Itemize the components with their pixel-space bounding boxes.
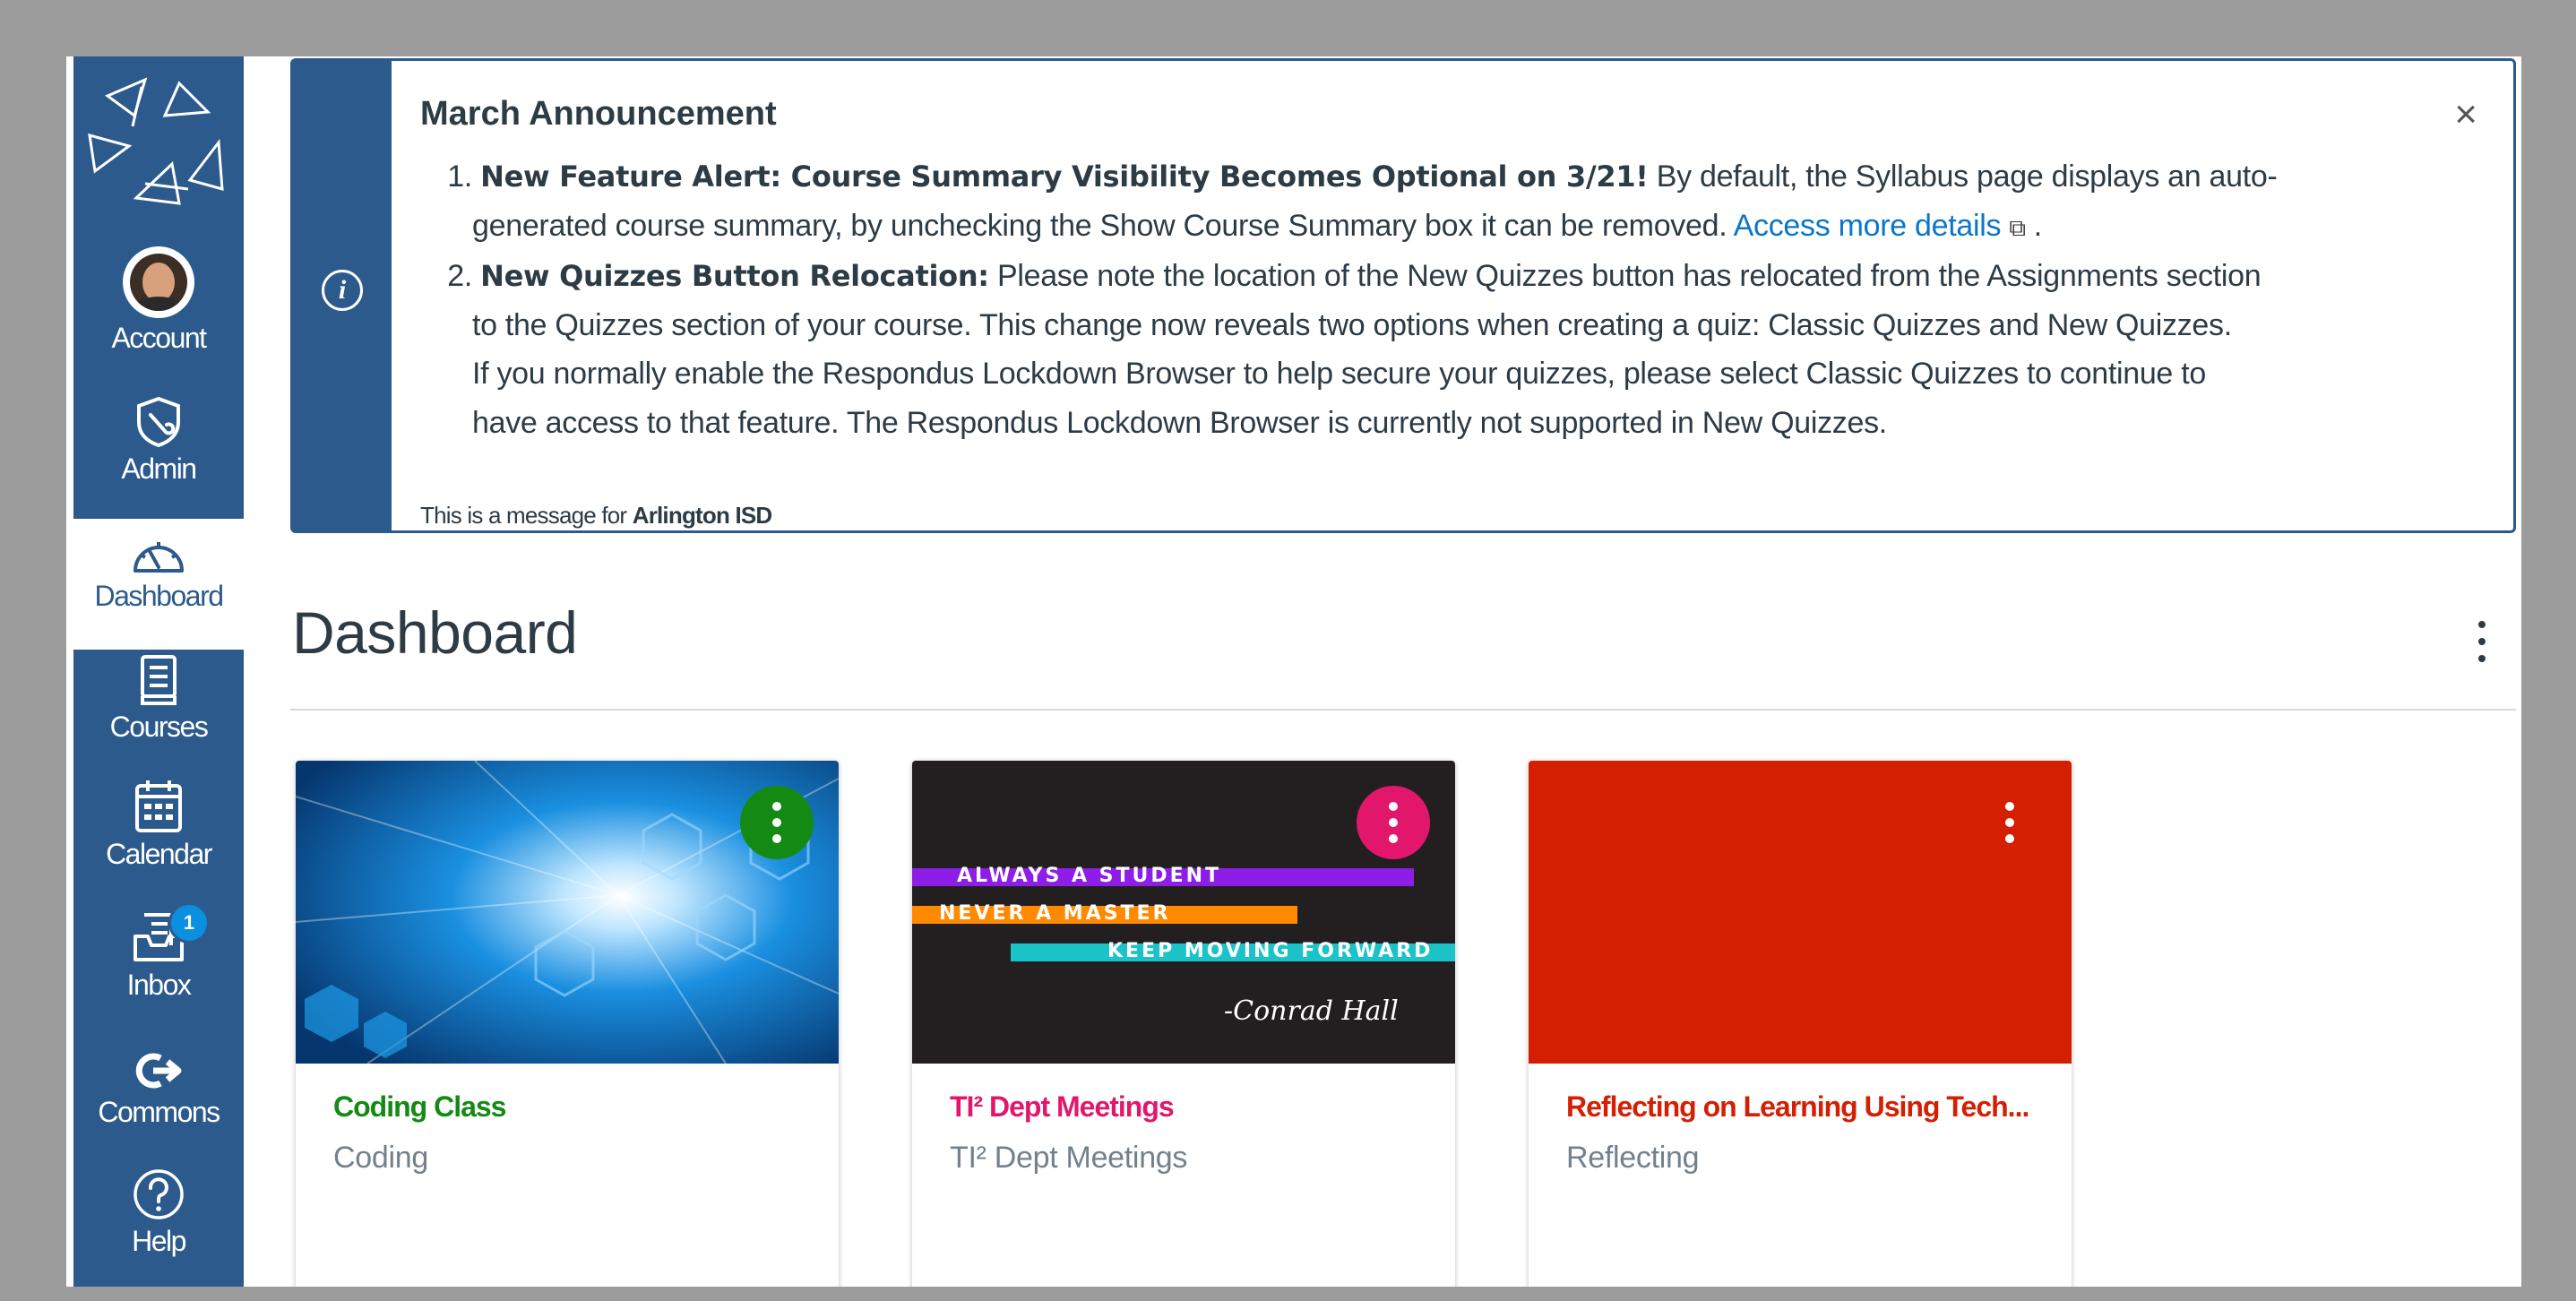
divider [290, 709, 2516, 711]
announcement-item-heading: New Feature Alert: Course Summary Visibi… [480, 159, 1649, 194]
nav-item-label: Inbox [126, 969, 192, 1001]
announcement-body: 1. New Feature Alert: Course Summary Vis… [420, 152, 2356, 447]
course-card-ti2-dept-meetings[interactable]: ALWAYS A STUDENT NEVER A MASTER KEEP MOV… [912, 761, 1455, 1287]
access-more-details-link[interactable]: Access more details [1734, 209, 2002, 243]
nav-item-label: Calendar [106, 838, 212, 870]
announcement-text: have access to that feature. The Respond… [472, 405, 1887, 440]
footer-text: This is a message for [420, 502, 633, 529]
speedometer-icon [134, 542, 184, 573]
nav-item-help[interactable]: Help [73, 1167, 244, 1258]
list-number: 2. [447, 259, 472, 293]
announcement-footer: This is a message for Arlington ISD [420, 502, 773, 530]
book-icon [141, 655, 177, 705]
nav-item-label: Help [132, 1225, 186, 1257]
institution-logo[interactable] [82, 64, 235, 234]
nav-item-label: Courses [109, 711, 209, 743]
commons-arrow-icon [135, 1053, 182, 1089]
hero-text: NEVER A MASTER [939, 902, 1171, 925]
announcement-text: By default, the Syllabus page displays a… [1648, 159, 2278, 194]
question-circle-icon [134, 1169, 184, 1219]
account-avatar [123, 246, 194, 318]
course-card-options-icon[interactable] [1357, 786, 1430, 859]
footer-org: Arlington ISD [632, 502, 773, 529]
hero-text: KEEP MOVING FORWARD [1107, 940, 1434, 962]
nav-item-label: Dashboard [94, 580, 224, 612]
announcement-line: 2. New Quizzes Button Relocation: Please… [420, 252, 2356, 301]
announcement-line: If you normally enable the Respondus Loc… [420, 349, 2356, 399]
hero-text: ALWAYS A STUDENT [957, 865, 1222, 887]
announcement-item-heading: New Quizzes Button Relocation: [480, 259, 989, 293]
nav-item-courses[interactable]: Courses [73, 653, 244, 744]
course-card-subtitle: Coding [333, 1141, 428, 1175]
nav-item-label: Admin [121, 452, 197, 485]
global-nav: Account Admin Dashboard Courses Calendar… [73, 56, 244, 1287]
course-card-subtitle: TI² Dept Meetings [950, 1141, 1188, 1175]
course-card-options-icon[interactable] [740, 786, 814, 859]
course-card-title[interactable]: TI² Dept Meetings [950, 1090, 1434, 1124]
nav-item-dashboard[interactable]: Dashboard [73, 519, 244, 650]
announcement-text: generated course summary, by unchecking … [472, 208, 1734, 243]
announcement-banner: i × March Announcement 1. New Feature Al… [290, 58, 2516, 533]
inbox-unread-badge: 1 [168, 902, 210, 943]
announcement-line: generated course summary, by unchecking … [420, 202, 2356, 253]
page-title: Dashboard [292, 599, 578, 666]
course-card-title[interactable]: Reflecting on Learning Using Tech... [1566, 1090, 2050, 1124]
close-icon[interactable]: × [2454, 95, 2477, 134]
announcement-text: to the Quizzes section of your course. T… [472, 307, 2232, 342]
nav-item-admin[interactable]: Admin [73, 395, 244, 486]
nav-item-commons[interactable]: Commons [73, 1049, 244, 1129]
shield-icon [137, 396, 180, 448]
course-card-coding[interactable]: Coding Class Coding [296, 761, 839, 1287]
calendar-icon [135, 780, 182, 832]
nav-item-inbox[interactable]: 1 Inbox [73, 902, 244, 1002]
info-icon: i [322, 270, 363, 311]
announcement-line: have access to that feature. The Respond… [420, 399, 2356, 448]
course-card-subtitle: Reflecting [1566, 1141, 1700, 1175]
course-card-options-icon[interactable] [1973, 786, 2046, 859]
nav-item-label: Commons [98, 1096, 220, 1128]
hero-signature: -Conrad Hall [1224, 995, 1399, 1027]
announcement-strip: i [293, 61, 392, 530]
announcement-text: If you normally enable the Respondus Loc… [472, 357, 2206, 391]
nav-item-calendar[interactable]: Calendar [73, 779, 244, 871]
nav-item-label: Account [111, 322, 207, 354]
announcement-text: Please note the location of the New Quiz… [988, 259, 2262, 293]
announcement-title: March Announcement [420, 95, 777, 133]
course-card-reflecting[interactable]: Reflecting on Learning Using Tech... Ref… [1529, 761, 2072, 1287]
canvas-app: Account Admin Dashboard Courses Calendar… [66, 56, 2521, 1287]
announcement-text: . [2025, 208, 2042, 243]
announcement-line: 1. New Feature Alert: Course Summary Vis… [420, 152, 2356, 202]
external-link-icon: ⧉ [2009, 213, 2026, 241]
announcement-line: to the Quizzes section of your course. T… [420, 301, 2356, 350]
list-number: 1. [447, 159, 472, 194]
nav-item-account[interactable]: Account [73, 246, 244, 355]
course-card-title[interactable]: Coding Class [333, 1090, 817, 1124]
dashboard-options-icon[interactable] [2473, 619, 2491, 664]
